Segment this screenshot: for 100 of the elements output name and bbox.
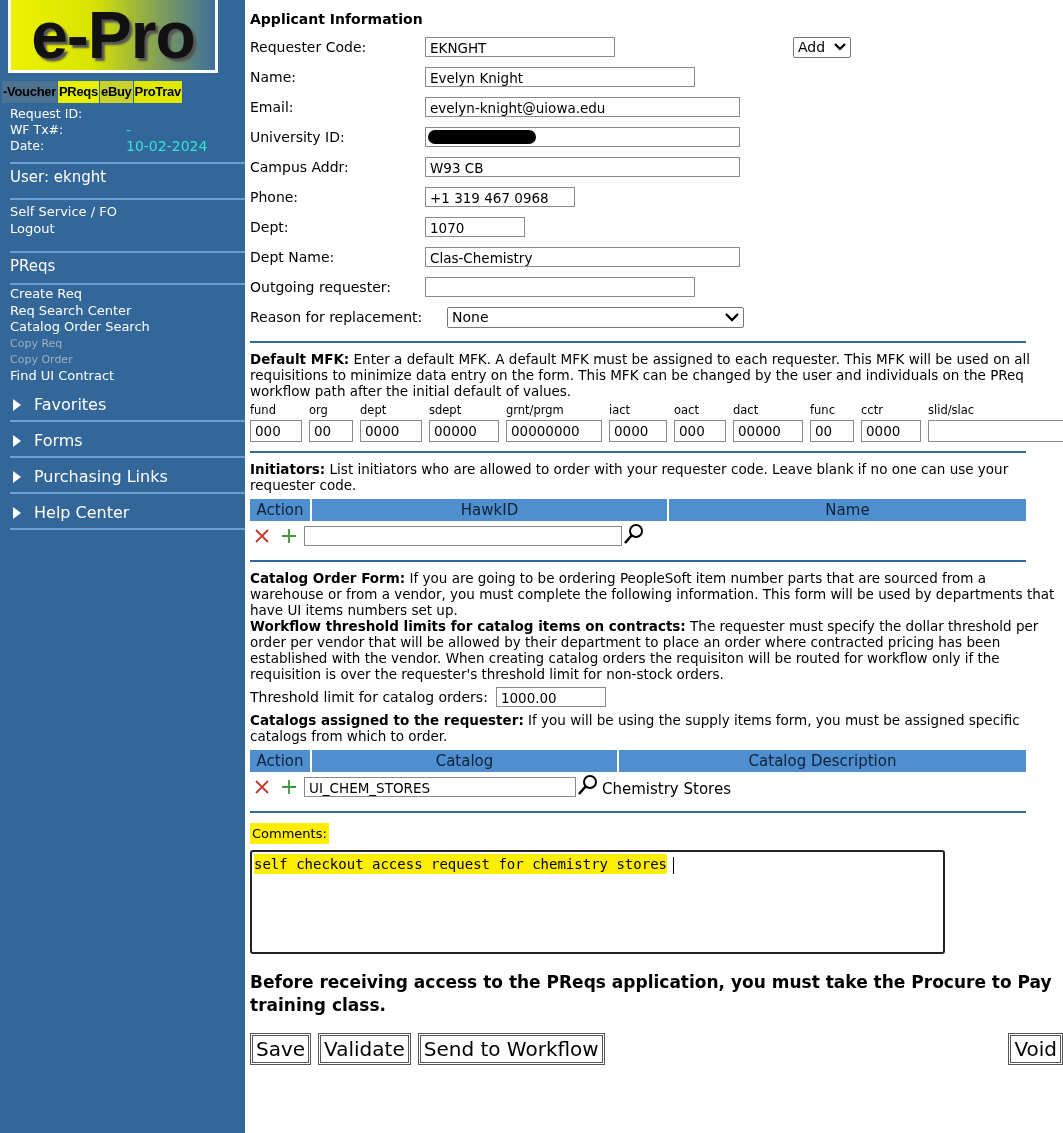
- logo-text: e-Pro: [31, 1, 195, 69]
- text-field[interactable]: evelyn-knight@uiowa.edu: [425, 97, 740, 117]
- field-label: Requester Code:: [250, 39, 368, 55]
- column-header: Catalog: [312, 750, 617, 772]
- form-button[interactable]: Save: [250, 1033, 312, 1065]
- field-label: Dept:: [250, 219, 290, 235]
- field-label: cctr: [861, 403, 884, 419]
- text-field[interactable]: Clas-Chemistry: [425, 247, 740, 267]
- text-field[interactable]: +1 319 467 0968: [425, 187, 575, 207]
- sidebar-link[interactable]: Logout: [10, 220, 245, 237]
- info-value: -: [126, 122, 132, 138]
- delete-icon[interactable]: [254, 528, 270, 544]
- text-field[interactable]: 1000.00: [495, 687, 606, 707]
- sidebar-item[interactable]: Find UI Contract: [10, 367, 245, 384]
- caret-icon[interactable]: [834, 43, 846, 51]
- sidebar-item[interactable]: Req Search Center: [10, 302, 245, 319]
- app-tab[interactable]: -Voucher: [2, 81, 57, 103]
- column-header: Action: [250, 499, 310, 521]
- field-label: Email:: [250, 99, 295, 115]
- column-header: Action: [250, 750, 310, 772]
- sidebar-item[interactable]: Catalog Order Search: [10, 319, 245, 336]
- text-field[interactable]: W93 CB: [425, 157, 740, 177]
- field-label: iact: [609, 403, 632, 419]
- column-header: HawkID: [312, 499, 667, 521]
- paragraph: Workflow threshold limits for catalog items on contracts: The requester must specify the dollar threshold per order per vendor that will be allowed by their department to place an order where contracted pricing has been established with the vendor. When creating catalog orders the requisiton will be routed for workflow only if the requisition is over the requester's threshold limit for non-stock orders.: [250, 618, 1040, 682]
- column-header: Name: [669, 499, 1026, 521]
- text-field[interactable]: 00: [309, 420, 353, 442]
- field-label: University ID:: [250, 129, 346, 145]
- paragraph: Catalog Order Form: If you are going to be ordering PeopleSoft item number parts that are sourced from a warehouse or from a vendor, you must complete the following information. This form will be used by departments that have UI items numbers set up.: [250, 570, 1056, 618]
- text-field[interactable]: 0000: [609, 420, 667, 442]
- section-title: PReqs: [9, 256, 57, 275]
- field-label: Phone:: [250, 189, 300, 205]
- add-select[interactable]: Add: [793, 36, 851, 58]
- notice-text: Before receiving access to the PReqs application, you must take the Procure to Pay training class.: [250, 971, 1053, 1017]
- paragraph: Initiators: List initiators who are allowed to order with your requester code. Leave blank if no one can use your requester code.: [250, 461, 1010, 493]
- sidebar-item[interactable]: Create Req: [10, 286, 245, 303]
- info-label: WF Tx#:: [10, 122, 65, 138]
- search-icon[interactable]: [577, 774, 599, 796]
- info-label: Request ID:: [10, 106, 84, 122]
- text-field[interactable]: 00000000: [506, 420, 602, 442]
- info-label: Date:: [10, 138, 46, 154]
- text-field[interactable]: EKNGHT: [425, 37, 615, 57]
- field-label: Outgoing requester:: [250, 279, 392, 295]
- field-label: dact: [733, 403, 760, 419]
- text-field[interactable]: 000: [250, 420, 302, 442]
- field-label: sdept: [429, 403, 463, 419]
- text-field[interactable]: 1070: [425, 217, 525, 237]
- text-field[interactable]: [304, 526, 622, 546]
- text-field[interactable]: [928, 420, 1063, 442]
- text-field[interactable]: 00000: [429, 420, 499, 442]
- text-cursor: [673, 857, 674, 874]
- app-tab[interactable]: PReqs: [58, 81, 99, 103]
- field-label: org: [309, 403, 329, 419]
- reason-select[interactable]: None: [447, 306, 744, 328]
- section-heading: Applicant Information: [250, 10, 424, 29]
- field-label: Comments:: [250, 823, 329, 844]
- form-button[interactable]: Validate: [318, 1033, 411, 1065]
- add-icon[interactable]: [281, 779, 297, 795]
- field-label: Dept Name:: [250, 249, 336, 265]
- field-label: Reason for replacement:: [250, 309, 424, 325]
- menu-group[interactable]: Favorites: [0, 386, 245, 414]
- menu-group[interactable]: Forms: [0, 422, 245, 450]
- table-cell: Chemistry Stores: [602, 780, 731, 798]
- delete-icon[interactable]: [254, 779, 270, 795]
- app-tab[interactable]: ProTrav: [133, 81, 182, 103]
- field-label: grnt/prgm: [506, 403, 565, 419]
- text-field[interactable]: 0000: [360, 420, 422, 442]
- field-label: Threshold limit for catalog orders:: [250, 689, 488, 705]
- add-icon[interactable]: [281, 528, 297, 544]
- field-label: oact: [674, 403, 700, 419]
- field-label: dept: [360, 403, 388, 419]
- field-label: Name:: [250, 69, 298, 85]
- text-field[interactable]: 0000: [861, 420, 921, 442]
- sidebar-link[interactable]: Self Service / FO: [10, 203, 245, 220]
- field-label: slid/slac: [928, 403, 976, 419]
- text-field[interactable]: [425, 277, 695, 297]
- text-field[interactable]: 000: [674, 420, 726, 442]
- column-header: Catalog Description: [619, 750, 1026, 772]
- text-field[interactable]: [425, 127, 740, 147]
- field-label: func: [810, 403, 836, 419]
- app-tab[interactable]: eBuy: [99, 81, 133, 103]
- menu-group[interactable]: Purchasing Links: [0, 458, 245, 486]
- triangle-icon: [12, 471, 22, 483]
- field-label: Campus Addr:: [250, 159, 350, 175]
- form-button[interactable]: Send to Workflow: [417, 1033, 605, 1065]
- user-name: User: eknght: [9, 167, 108, 188]
- field-label: fund: [250, 403, 277, 419]
- paragraph: Catalogs assigned to the requester: If you will be using the supply items form, you must be assigned specific catalogs from which to order.: [250, 712, 1021, 744]
- text-field[interactable]: UI_CHEM_STORES: [304, 777, 576, 797]
- menu-group[interactable]: Help Center: [0, 494, 245, 522]
- form-button[interactable]: Void: [1008, 1033, 1063, 1065]
- text-field[interactable]: 00000: [733, 420, 803, 442]
- comments-field[interactable]: self checkout access request for chemistry stores: [250, 850, 945, 954]
- text-field[interactable]: 00: [810, 420, 854, 442]
- paragraph: Default MFK: Enter a default MFK. A default MFK must be assigned to each requester. This MFK will be used on all requisitions to minimize data entry on the form. This MFK can be changed by the user and individuals on the PReq workflow path after the initial default of values.: [250, 351, 1032, 399]
- info-value: 10-02-2024: [126, 138, 208, 154]
- triangle-icon: [12, 399, 22, 411]
- text-field[interactable]: Evelyn Knight: [425, 67, 695, 87]
- caret-icon[interactable]: [725, 312, 739, 322]
- search-icon[interactable]: [623, 523, 645, 545]
